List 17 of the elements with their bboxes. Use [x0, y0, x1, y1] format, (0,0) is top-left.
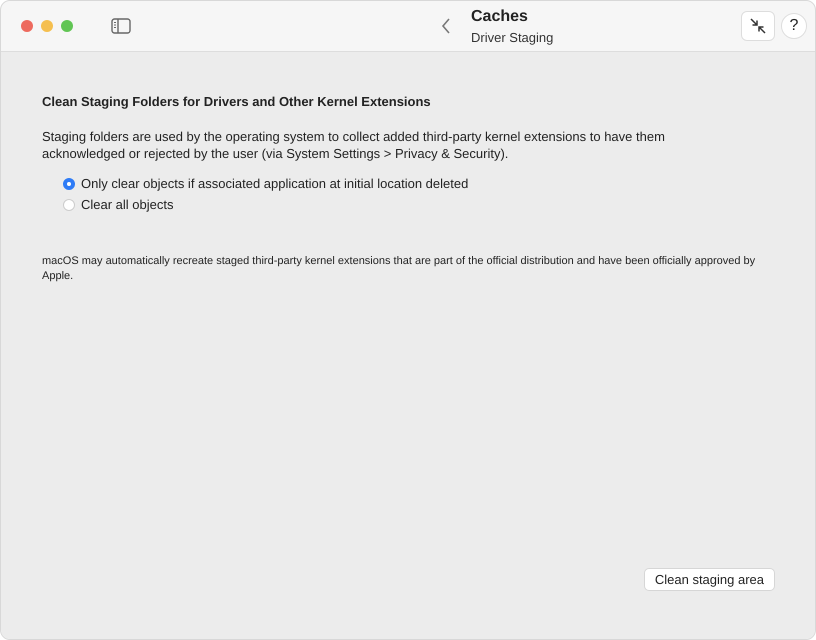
description-text: Staging folders are used by the operating system to collect added third-party kernel extensions to have them acknowledged or rejected by the user (via System Settings > Privacy & Security). [42, 128, 666, 162]
option-label[interactable]: Clear all objects [81, 197, 174, 212]
sidebar-icon[interactable] [111, 18, 131, 34]
section-heading: Clean Staging Folders for Drivers and Other Kernel Extensions [42, 94, 432, 109]
collapse-button[interactable] [741, 11, 775, 41]
help-button[interactable]: ? [781, 13, 807, 39]
option-label[interactable]: Only clear objects if associated application at initial location deleted [81, 176, 468, 191]
clean-staging-button[interactable]: Clean staging area [644, 568, 775, 591]
back-icon[interactable] [441, 18, 451, 34]
collapse-arrows-icon [750, 18, 766, 34]
window-subtitle: Driver Staging [471, 30, 554, 44]
zoom-icon[interactable] [61, 20, 73, 32]
note-text: macOS may automatically recreate staged third-party kernel extensions that are part of the official distribution and have been officially approved by Apple. [42, 254, 756, 284]
window-title: Caches [471, 8, 529, 26]
radio-button[interactable] [63, 198, 75, 210]
close-icon[interactable] [21, 20, 33, 32]
radio-button[interactable] [63, 178, 75, 190]
